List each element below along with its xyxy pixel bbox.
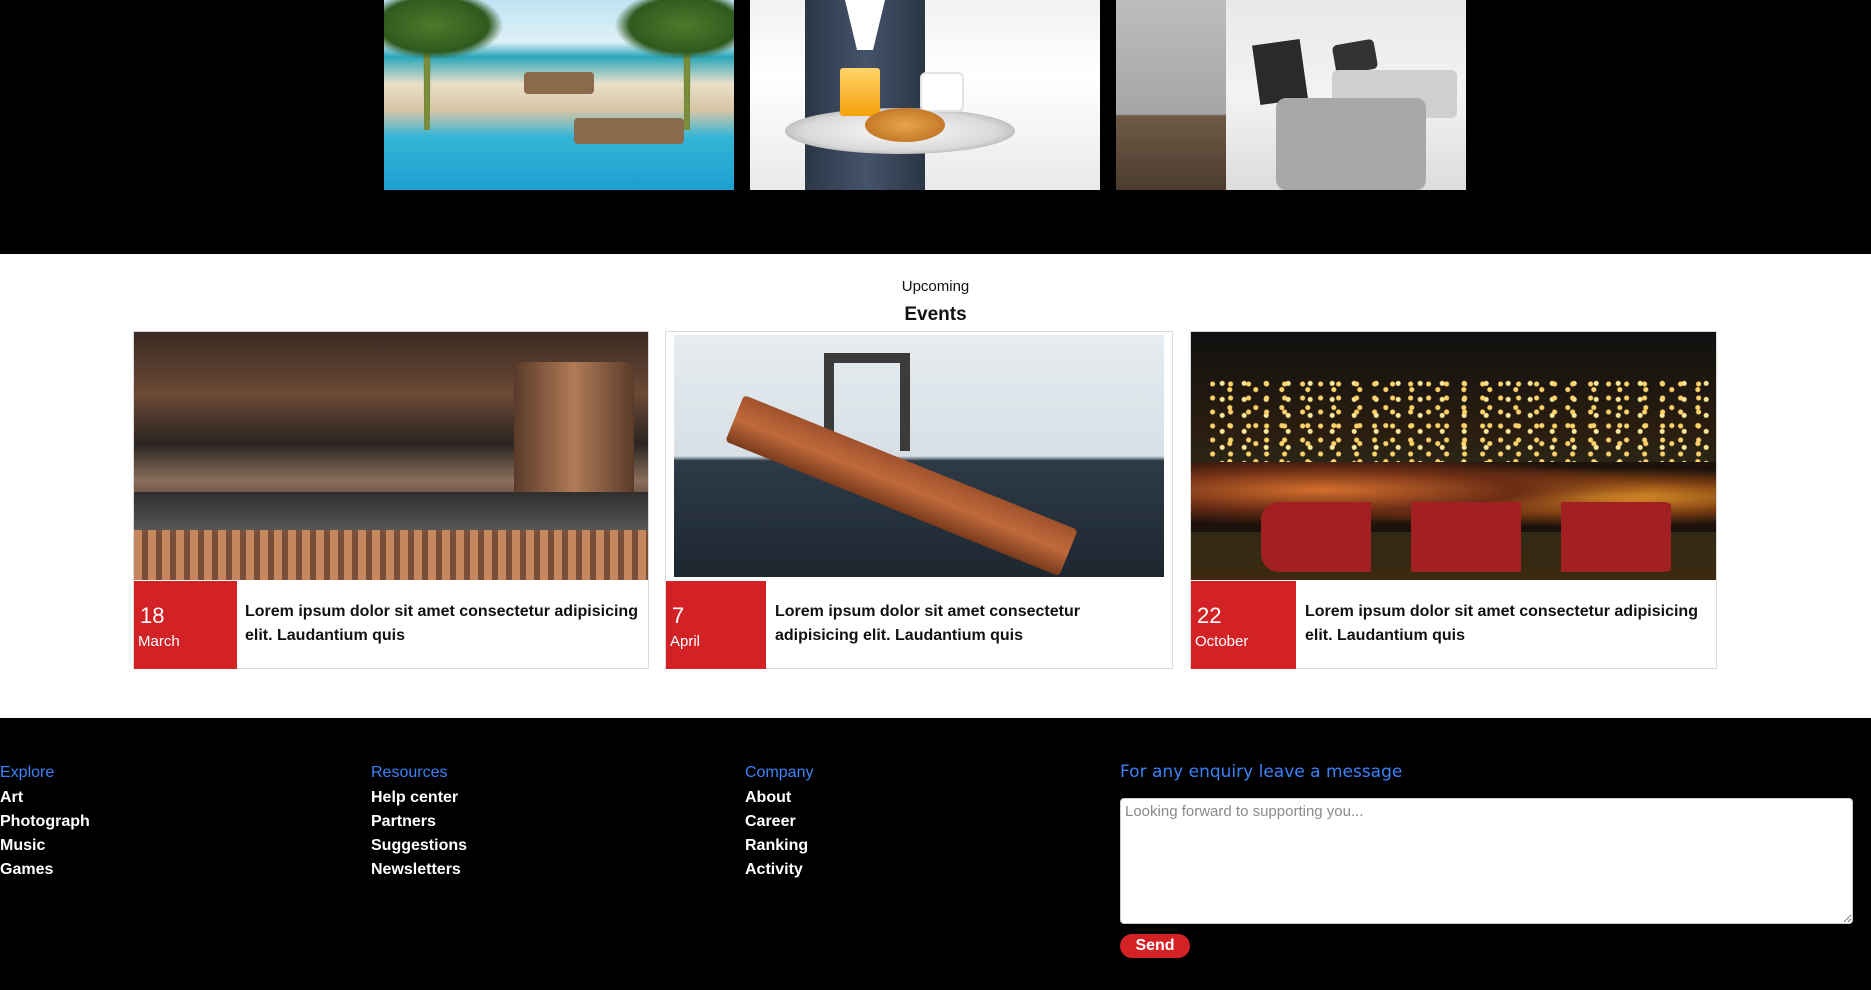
- event-date-badge: 7 April: [666, 581, 766, 669]
- footer-link-art[interactable]: Art: [0, 786, 90, 810]
- events-kicker: Upcoming: [901, 278, 970, 295]
- footer-column-company: Company About Career Ranking Activity: [745, 764, 813, 882]
- breakfast-tray-image: [750, 0, 1100, 190]
- hotel-bed-image: [1116, 0, 1466, 190]
- beach-pool-image: [384, 0, 734, 190]
- event-date-badge: 22 October: [1191, 581, 1296, 669]
- events-section: Upcoming Events 18 March Lorem ipsum dol…: [0, 254, 1871, 718]
- footer-heading: Company: [745, 764, 814, 781]
- footer-heading: Resources: [371, 764, 448, 781]
- footer-link-suggestions[interactable]: Suggestions: [371, 834, 467, 858]
- footer-link-help-center[interactable]: Help center: [371, 786, 467, 810]
- event-card[interactable]: 7 April Lorem ipsum dolor sit amet conse…: [665, 331, 1173, 669]
- event-card[interactable]: 22 October Lorem ipsum dolor sit amet co…: [1190, 331, 1717, 669]
- event-description: Lorem ipsum dolor sit amet consectetur a…: [245, 603, 638, 644]
- footer-link-photograph[interactable]: Photograph: [0, 810, 90, 834]
- event-card[interactable]: 18 March Lorem ipsum dolor sit amet cons…: [133, 331, 649, 669]
- event-description: Lorem ipsum dolor sit amet consectetur a…: [1305, 603, 1698, 644]
- footer-link-about[interactable]: About: [745, 786, 813, 810]
- send-button[interactable]: Send: [1120, 934, 1190, 958]
- footer-link-music[interactable]: Music: [0, 834, 90, 858]
- gallery-section: [0, 0, 1871, 254]
- event-month: April: [670, 633, 701, 650]
- site-footer: Explore Art Photograph Music Games Resou…: [0, 718, 1871, 990]
- event-day: 18: [140, 603, 165, 628]
- enquiry-heading: For any enquiry leave a message: [1120, 762, 1403, 782]
- footer-column-resources: Resources Help center Partners Suggestio…: [371, 764, 467, 882]
- footer-heading: Explore: [0, 764, 55, 781]
- city-view-bar-image: [1191, 332, 1716, 580]
- message-textarea[interactable]: [1120, 798, 1853, 924]
- event-day: 7: [672, 603, 685, 628]
- wood-lamp-image: [666, 332, 1172, 580]
- footer-link-career[interactable]: Career: [745, 810, 813, 834]
- event-month: March: [138, 633, 180, 650]
- event-day: 22: [1197, 603, 1222, 628]
- restaurant-image: [134, 332, 648, 580]
- footer-link-activity[interactable]: Activity: [745, 858, 813, 882]
- footer-link-ranking[interactable]: Ranking: [745, 834, 813, 858]
- event-month: October: [1195, 633, 1249, 650]
- event-description: Lorem ipsum dolor sit amet consectetur a…: [775, 603, 1080, 644]
- footer-column-explore: Explore Art Photograph Music Games: [0, 764, 90, 882]
- events-title: Events: [904, 304, 967, 325]
- footer-link-games[interactable]: Games: [0, 858, 90, 882]
- event-date-badge: 18 March: [134, 581, 237, 669]
- footer-link-partners[interactable]: Partners: [371, 810, 467, 834]
- footer-link-newsletters[interactable]: Newsletters: [371, 858, 467, 882]
